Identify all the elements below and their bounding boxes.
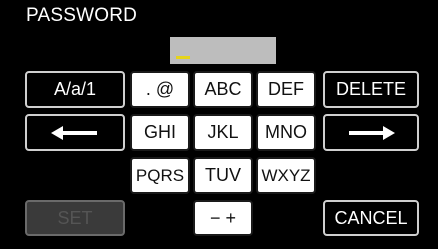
key-def[interactable]: DEF	[256, 71, 316, 108]
key-jkl[interactable]: JKL	[193, 114, 253, 151]
cancel-button[interactable]: CANCEL	[323, 200, 419, 236]
key-abc[interactable]: ABC	[193, 71, 253, 108]
delete-button[interactable]: DELETE	[323, 71, 419, 108]
key-ghi[interactable]: GHI	[130, 114, 190, 151]
text-cursor	[176, 56, 190, 59]
mode-toggle-button[interactable]: A/a/1	[25, 71, 125, 108]
key-tuv[interactable]: TUV	[193, 157, 253, 194]
key-pqrs[interactable]: PQRS	[130, 157, 190, 194]
cursor-right-button[interactable]	[323, 114, 419, 151]
set-button[interactable]: SET	[25, 200, 125, 236]
key-dot-at[interactable]: . @	[130, 71, 190, 108]
key-minus-plus[interactable]: − +	[193, 200, 253, 236]
key-mno[interactable]: MNO	[256, 114, 316, 151]
arrow-right-icon	[349, 125, 395, 140]
cursor-left-button[interactable]	[25, 114, 125, 151]
key-wxyz[interactable]: WXYZ	[256, 157, 316, 194]
password-input[interactable]	[170, 37, 276, 64]
arrow-left-icon	[51, 125, 97, 140]
page-title: PASSWORD	[26, 5, 138, 26]
